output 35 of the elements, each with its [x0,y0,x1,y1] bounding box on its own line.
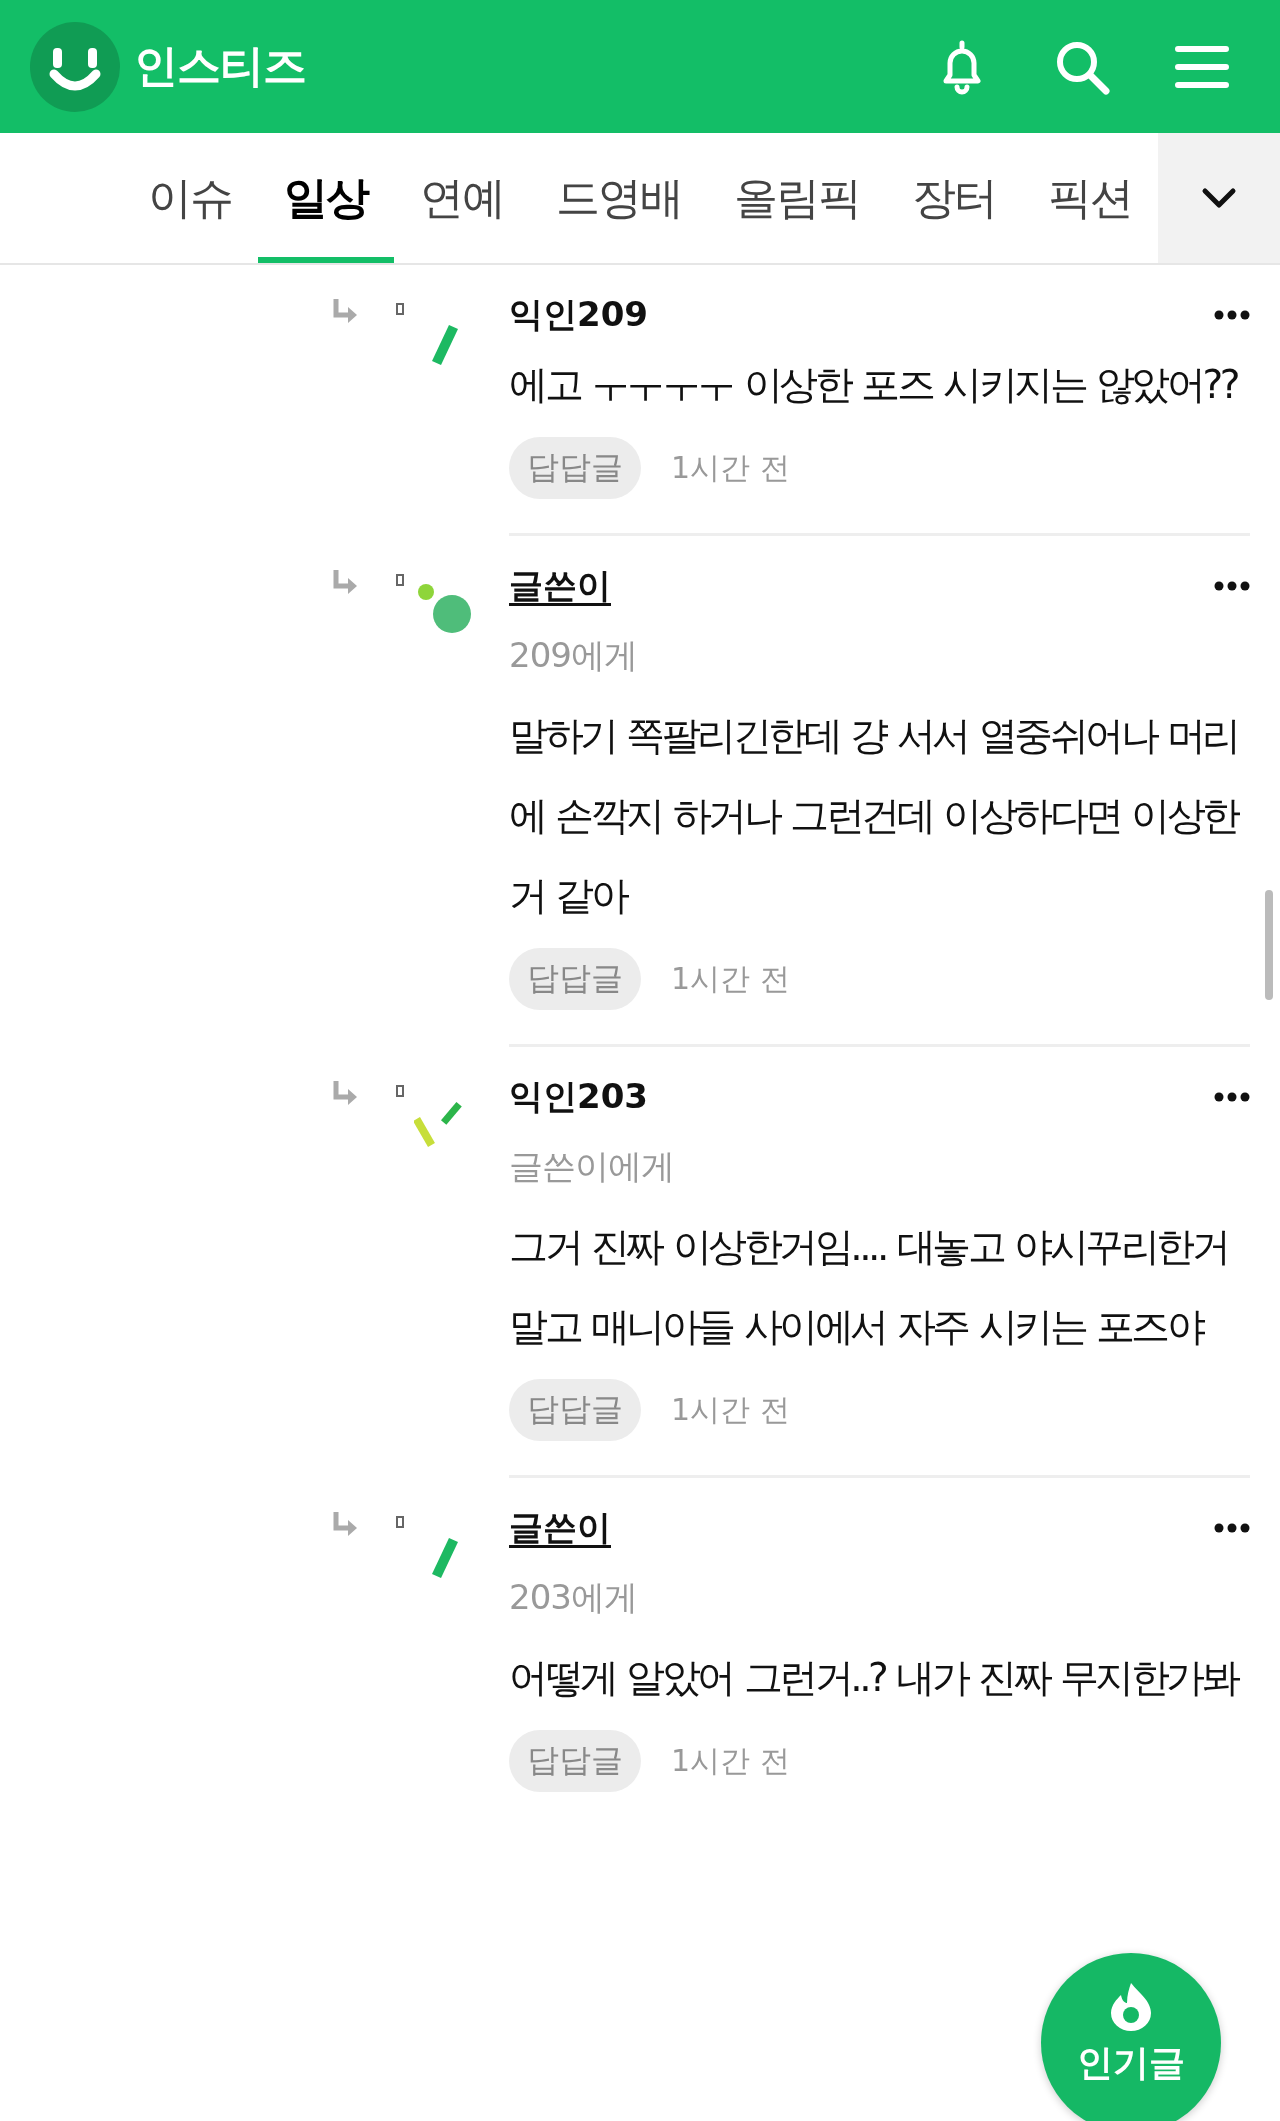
category-tab[interactable]: 연예 [394,139,530,263]
comment-text: 어떻게 알았어 그런거..? 내가 진짜 무지한가봐 [509,1654,1239,1702]
more-options-icon[interactable] [1214,1523,1250,1533]
timestamp: 1시간 전 [671,1741,790,1780]
avatar-icon [432,325,458,365]
more-options-icon[interactable] [1214,581,1250,591]
comment-text: 그거 진짜 이상한거임.... 대놓고 야시꾸리한거 말고 매니아들 사이에서 자주 시키는 포즈야 [509,1223,1229,1351]
broken-image-icon [396,1085,404,1097]
author-name[interactable]: 익인203 [509,1074,648,1120]
category-tab[interactable]: 올림픽 [708,139,886,263]
category-tab[interactable]: 픽션 [1022,139,1158,263]
broken-image-icon [396,1516,404,1528]
comment-text: 말하기 쪽팔리긴한데 걍 서서 열중쉬어나 머리에 손깍지 하거나 그런건데 이상하다면 이상한거 같아 [509,712,1240,920]
category-tab[interactable]: 일상 [258,139,394,263]
reply-target: 203에게 [509,1576,638,1619]
flame-icon [1109,1981,1153,2031]
smiley-logo-icon[interactable] [30,21,120,112]
category-tab[interactable]: 드영배 [530,139,708,263]
reply-target: 209에게 [509,634,638,677]
reply-target: 글쓴이에게 [509,1145,675,1188]
author-name[interactable]: 글쓴이 [509,1505,611,1551]
category-tab[interactable]: 이슈 [122,139,258,263]
category-tab[interactable]: 장터 [886,139,1022,263]
avatar-icon [432,1538,458,1578]
comment-text: 에고 ㅜㅜㅜㅜ 이상한 포즈 시키지는 않았어?? [509,361,1239,409]
author-name[interactable]: 익인209 [509,292,648,338]
timestamp: 1시간 전 [671,1390,790,1429]
scrollbar[interactable] [1265,890,1273,1000]
more-options-icon[interactable] [1214,310,1250,320]
timestamp: 1시간 전 [671,959,790,998]
broken-image-icon [396,303,404,315]
author-name[interactable]: 글쓴이 [509,563,611,609]
timestamp: 1시간 전 [671,448,790,487]
broken-image-icon [396,574,404,586]
more-options-icon[interactable] [1214,1092,1250,1102]
